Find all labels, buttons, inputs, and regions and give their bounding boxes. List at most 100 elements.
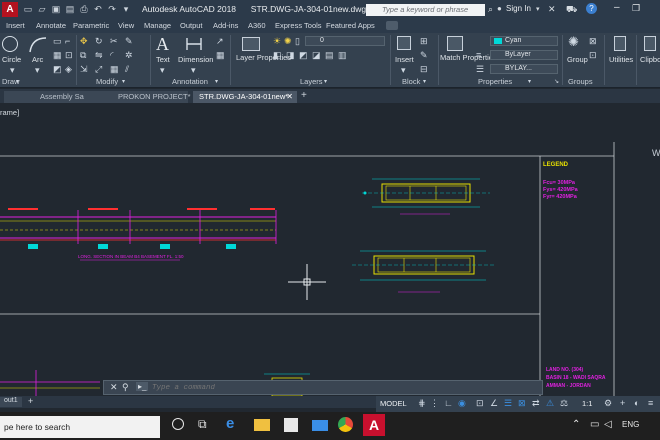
cart-icon[interactable]: ⛟ — [566, 4, 577, 16]
save-icon[interactable]: ▣ — [50, 3, 62, 15]
language-indicator[interactable]: ENG — [622, 420, 639, 429]
properties-launcher-icon[interactable]: ↘ — [554, 78, 559, 87]
otrack-icon[interactable]: ∠ — [490, 398, 498, 409]
tab-parametric[interactable]: Parametric — [73, 21, 109, 30]
selection-cycling-icon[interactable]: ⇄ — [532, 398, 540, 409]
command-recent-icon[interactable]: ▸_ — [136, 382, 149, 391]
text-dropdown-icon[interactable]: ▾ — [160, 66, 165, 75]
help-icon[interactable]: ? — [586, 3, 597, 14]
tab-view[interactable]: View — [118, 21, 134, 30]
layer-tool-icon[interactable]: ◧ — [273, 51, 282, 60]
properties-panel-label[interactable]: Properties — [478, 77, 512, 86]
undo-icon[interactable]: ↶ — [92, 3, 104, 15]
table-icon[interactable]: ▦ — [216, 51, 225, 60]
drawing-canvas[interactable]: rame] W LEGEND Fcu= 30MPa Fys= 420MPa Fy… — [0, 104, 660, 396]
layer-dropdown[interactable]: 0 — [305, 36, 385, 46]
tray-network-icon[interactable]: ▭ — [590, 419, 599, 430]
copy-icon[interactable]: ⧉ — [80, 51, 86, 60]
block-expand-icon[interactable]: ▾ — [423, 78, 426, 87]
search-input[interactable]: Type a keyword or phrase — [372, 4, 485, 16]
tray-volume-icon[interactable]: ◁ — [604, 419, 612, 430]
modify-expand-icon[interactable]: ▾ — [122, 78, 125, 87]
sign-in-dropdown-icon[interactable]: ▾ — [536, 5, 540, 13]
exchange-icon[interactable]: ✕ — [548, 4, 556, 15]
open-icon[interactable]: ▱ — [36, 3, 48, 15]
print-icon[interactable]: ⎙ — [78, 3, 90, 15]
ribbon-toggle-icon[interactable] — [386, 21, 398, 30]
clipboard-label[interactable]: Clipbo — [640, 55, 660, 64]
annotation-panel-label[interactable]: Annotation — [172, 77, 208, 86]
properties-expand-icon[interactable]: ▾ — [528, 78, 531, 87]
search-icon[interactable]: ⌕ — [488, 4, 493, 15]
match-properties-icon[interactable] — [447, 36, 463, 51]
block-panel-label[interactable]: Block — [402, 77, 420, 86]
add-layout-icon[interactable]: + — [28, 396, 33, 406]
polar-icon[interactable]: ◉ — [458, 398, 466, 409]
group-icon[interactable]: ✺ — [568, 35, 579, 48]
layer-tool-icon[interactable]: ◪ — [312, 51, 321, 60]
annotation-scale-value[interactable]: 1:1 — [582, 399, 592, 408]
lineweight-icon[interactable]: ≡ — [476, 51, 481, 60]
layer-tool-icon[interactable]: ▤ — [325, 51, 334, 60]
transparency-icon[interactable]: ⊠ — [518, 398, 526, 409]
mail-icon[interactable] — [312, 420, 328, 431]
cortana-icon[interactable] — [172, 418, 184, 430]
layer-properties-icon[interactable] — [242, 37, 260, 51]
layout-tab[interactable]: out1 — [0, 397, 22, 407]
new-tab-icon[interactable]: + — [301, 90, 307, 101]
tab-a360[interactable]: A360 — [248, 21, 266, 30]
tab-featured-apps[interactable]: Featured Apps — [326, 21, 375, 30]
layers-panel-label[interactable]: Layers — [300, 77, 323, 86]
autocad-logo-icon[interactable]: A — [2, 2, 18, 17]
tab-manage[interactable]: Manage — [144, 21, 171, 30]
sign-in-link[interactable]: Sign In — [506, 4, 531, 13]
layer-freeze-icon[interactable]: ✺ — [284, 37, 292, 46]
command-customize-icon[interactable]: ⚲ — [122, 382, 129, 393]
edit-block-icon[interactable]: ✎ — [420, 51, 428, 60]
groups-panel-label[interactable]: Groups — [568, 77, 593, 86]
mirror-icon[interactable]: ⇋ — [95, 51, 103, 60]
insert-block-icon[interactable] — [397, 36, 411, 50]
layer-tool-icon[interactable]: ◩ — [299, 51, 308, 60]
tab-express-tools[interactable]: Express Tools — [275, 21, 322, 30]
array-icon[interactable]: ▦ — [110, 65, 119, 74]
snap-icon[interactable]: ⋮ — [430, 398, 439, 409]
gradient-icon[interactable]: ◩ — [53, 65, 62, 74]
restore-icon[interactable]: ❐ — [632, 3, 640, 14]
arc-dropdown-icon[interactable]: ▾ — [35, 66, 40, 75]
layer-lock-icon[interactable]: ▯ — [295, 37, 300, 46]
isolate-objects-icon[interactable]: ◐ — [634, 398, 639, 408]
layers-expand-icon[interactable]: ▾ — [324, 78, 327, 87]
quick-access-menu-icon[interactable]: ▾ — [120, 3, 132, 15]
draw-expand-icon[interactable]: ▾ — [16, 78, 19, 87]
layer-on-icon[interactable]: ☀ — [273, 37, 281, 46]
customization-icon[interactable]: ≡ — [648, 398, 653, 408]
layer-tool-icon[interactable]: ◨ — [286, 51, 295, 60]
trim-icon[interactable]: ✂ — [110, 37, 118, 46]
ungroup-icon[interactable]: ⊠ — [589, 37, 597, 46]
utilities-label[interactable]: Utilities — [609, 55, 633, 64]
linetype-dropdown[interactable]: ByLayer — [490, 50, 558, 60]
store-icon[interactable] — [284, 418, 298, 432]
ortho-icon[interactable]: ∟ — [444, 398, 453, 408]
doc-tab-str-dwg[interactable]: STR.DWG-JA-304-01new* ✕ — [193, 91, 297, 103]
linetype-icon[interactable]: ☰ — [476, 65, 484, 74]
task-view-icon[interactable]: ⧉ — [198, 417, 207, 432]
color-dropdown[interactable]: Cyan — [490, 36, 558, 46]
boundary-icon[interactable]: ⊡ — [65, 51, 73, 60]
circle-tool[interactable] — [2, 36, 18, 52]
tab-annotate[interactable]: Annotate — [36, 21, 66, 30]
close-command-icon[interactable]: ✕ — [110, 382, 118, 393]
explode-icon[interactable]: ✲ — [125, 51, 133, 60]
autocad-taskbar-icon[interactable]: A — [363, 414, 385, 436]
clipboard-icon[interactable] — [644, 36, 656, 51]
lineweight-toggle-icon[interactable]: ☰ — [504, 398, 512, 409]
create-block-icon[interactable]: ⊞ — [420, 37, 428, 46]
chrome-icon[interactable] — [338, 417, 353, 432]
polyline-icon[interactable]: ⌐ — [65, 37, 70, 46]
doc-tab-prokon-project[interactable]: PROKON PROJECT* — [84, 91, 191, 103]
edge-icon[interactable]: e — [226, 415, 234, 432]
text-tool-icon[interactable]: A — [156, 34, 169, 55]
tray-people-icon[interactable]: ⌃ — [572, 419, 580, 430]
tab-insert[interactable]: Insert — [6, 21, 25, 30]
